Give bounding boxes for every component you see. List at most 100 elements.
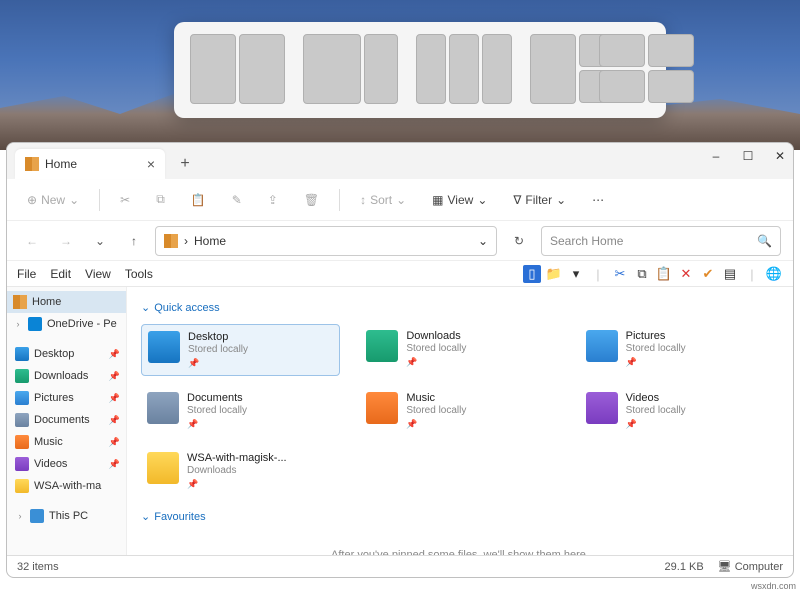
pin-icon: 📌	[406, 357, 466, 368]
menu-view[interactable]: View	[85, 267, 111, 281]
folder-icon	[366, 330, 398, 362]
quick-access-item[interactable]: Videos Stored locally 📌	[580, 386, 779, 436]
quick-access-item[interactable]: WSA-with-magisk-... Downloads 📌	[141, 446, 340, 496]
file-explorer-window: Home × + – ☐ ✕ ⊕ New ⌄ ✂ ⧉ 📋 ✎ ⇪ 🗑 ↕ Sor…	[6, 142, 794, 578]
section-quick-access[interactable]: ⌄Quick access	[141, 301, 779, 314]
item-name: Pictures	[626, 330, 686, 342]
snap-layout-2col[interactable]	[190, 34, 285, 106]
quick-access-item[interactable]: Music Stored locally 📌	[360, 386, 559, 436]
sidebar-item-pictures[interactable]: Pictures📌	[9, 387, 126, 409]
new-button[interactable]: ⊕ New ⌄	[21, 189, 85, 211]
snap-layout-left-stack[interactable]	[530, 34, 581, 104]
tab-home[interactable]: Home ×	[15, 149, 165, 179]
quick-access-item[interactable]: Documents Stored locally 📌	[141, 386, 340, 436]
quick-access-item[interactable]: Pictures Stored locally 📌	[580, 324, 779, 376]
sidebar-item-videos[interactable]: Videos📌	[9, 453, 126, 475]
quick-access-item[interactable]: Desktop Stored locally 📌	[141, 324, 340, 376]
command-bar: ⊕ New ⌄ ✂ ⧉ 📋 ✎ ⇪ 🗑 ↕ Sort ⌄ ▦ View ⌄ ∇ …	[7, 179, 793, 221]
chevron-down-icon: ⌄	[141, 301, 150, 314]
back-button[interactable]: ←	[19, 228, 45, 254]
sidebar-item-music[interactable]: Music📌	[9, 431, 126, 453]
check-icon[interactable]: ✔	[699, 265, 717, 283]
new-tab-button[interactable]: +	[173, 152, 197, 176]
filter-button[interactable]: ∇ Filter ⌄	[507, 189, 572, 211]
home-icon	[25, 157, 39, 171]
sort-button[interactable]: ↕ Sort ⌄	[354, 189, 412, 211]
folder-icon	[15, 391, 29, 405]
list-icon[interactable]: ▤	[721, 265, 739, 283]
pin-icon: 📌	[109, 371, 120, 382]
globe-icon[interactable]: 🌐	[765, 265, 783, 283]
pin-icon: 📌	[109, 349, 120, 360]
panel-icon[interactable]: ▯	[523, 265, 541, 283]
folder-icon	[15, 479, 29, 493]
pin-icon: 📌	[406, 419, 466, 430]
sidebar-item-onedrive[interactable]: › OneDrive - Pe	[7, 313, 126, 335]
copy-icon[interactable]: ⧉	[150, 188, 171, 211]
folder-icon	[15, 435, 29, 449]
breadcrumb-sep: ›	[184, 234, 188, 248]
section-favourites[interactable]: ⌄Favourites	[141, 510, 779, 523]
chevron-down-icon[interactable]: ⌄	[478, 234, 488, 248]
status-item-count: 32 items	[17, 561, 59, 573]
maximize-button[interactable]: ☐	[741, 149, 755, 163]
delete-icon[interactable]: ✕	[677, 265, 695, 283]
pin-icon: 📌	[109, 393, 120, 404]
forward-button[interactable]: →	[53, 228, 79, 254]
item-sublabel: Stored locally	[626, 405, 686, 416]
menu-bar: File Edit View Tools ▯ 📁 ▾ | ✂ ⧉ 📋 ✕ ✔ ▤…	[7, 261, 793, 287]
more-button[interactable]: ⋯	[586, 189, 610, 211]
dropdown-icon[interactable]: ▾	[567, 265, 585, 283]
chevron-right-icon[interactable]: ›	[15, 511, 25, 521]
snap-layouts-popup	[174, 22, 666, 118]
copy-icon[interactable]: ⧉	[633, 265, 651, 283]
tab-label: Home	[45, 157, 77, 171]
paste-icon[interactable]: 📋	[185, 189, 212, 211]
delete-icon[interactable]: 🗑	[298, 189, 325, 211]
share-icon[interactable]: ⇪	[262, 189, 284, 211]
up-button[interactable]: ↑	[121, 228, 147, 254]
sidebar-item-desktop[interactable]: Desktop📌	[9, 343, 126, 365]
pin-icon: 📌	[626, 357, 686, 368]
menu-edit[interactable]: Edit	[50, 267, 71, 281]
status-bar: 32 items 29.1 KB 🖥 Computer	[7, 555, 793, 577]
sidebar-item-thispc[interactable]: › This PC	[9, 505, 126, 527]
home-icon	[164, 234, 178, 248]
snap-layout-3col[interactable]	[416, 34, 512, 106]
refresh-button[interactable]: ↻	[505, 234, 533, 248]
pin-icon: 📌	[187, 419, 247, 430]
snap-layout-wide-narrow[interactable]	[303, 34, 398, 106]
minimize-button[interactable]: –	[709, 149, 723, 163]
snap-layout-quad[interactable]	[599, 34, 650, 104]
chevron-right-icon[interactable]: ›	[13, 319, 23, 329]
menu-tools[interactable]: Tools	[125, 267, 153, 281]
cut-icon[interactable]: ✂	[114, 189, 136, 211]
rename-icon[interactable]: ✎	[226, 189, 248, 211]
item-name: WSA-with-magisk-...	[187, 452, 287, 464]
view-button[interactable]: ▦ View ⌄	[426, 189, 493, 211]
cut-icon[interactable]: ✂	[611, 265, 629, 283]
recent-locations-button[interactable]: ⌄	[87, 228, 113, 254]
breadcrumb-home[interactable]: Home	[194, 234, 226, 248]
item-sublabel: Stored locally	[626, 343, 686, 354]
home-icon	[13, 295, 27, 309]
folder-icon	[366, 392, 398, 424]
menu-file[interactable]: File	[17, 267, 36, 281]
sidebar-item-wsa[interactable]: WSA-with-ma	[9, 475, 126, 497]
folder-options-icon[interactable]: 📁	[545, 265, 563, 283]
sidebar-item-downloads[interactable]: Downloads📌	[9, 365, 126, 387]
tab-close-icon[interactable]: ×	[147, 156, 155, 172]
search-input[interactable]: Search Home 🔍	[541, 226, 781, 256]
folder-icon	[586, 392, 618, 424]
sidebar-label: Home	[32, 296, 61, 308]
item-name: Documents	[187, 392, 247, 404]
sidebar-item-documents[interactable]: Documents📌	[9, 409, 126, 431]
content-pane: ⌄Quick access Desktop Stored locally 📌 D…	[127, 287, 793, 555]
sidebar-item-home[interactable]: Home	[7, 291, 126, 313]
chevron-down-icon: ⌄	[141, 510, 150, 523]
close-button[interactable]: ✕	[773, 149, 787, 163]
address-bar[interactable]: › Home ⌄	[155, 226, 497, 256]
quick-access-item[interactable]: Downloads Stored locally 📌	[360, 324, 559, 376]
paste-icon[interactable]: 📋	[655, 265, 673, 283]
sidebar-label: This PC	[49, 510, 88, 522]
